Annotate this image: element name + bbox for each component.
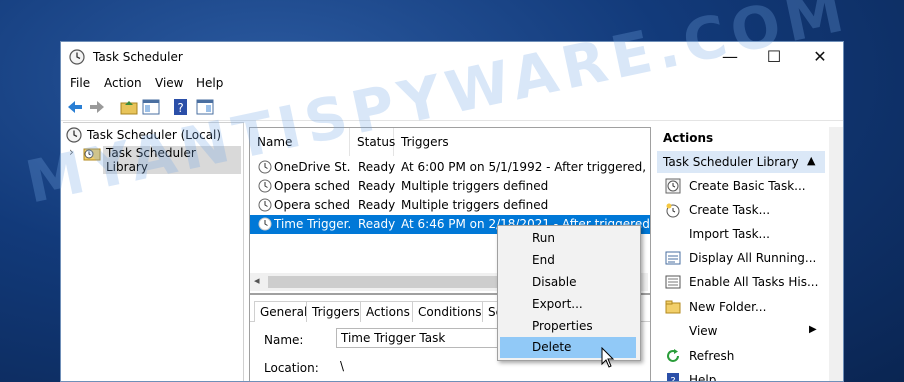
task-name: OneDrive St... bbox=[274, 160, 350, 174]
menu-action[interactable]: Action bbox=[104, 76, 142, 90]
window-title: Task Scheduler bbox=[93, 50, 183, 64]
tab-triggers[interactable]: Triggers bbox=[306, 301, 366, 322]
folder-clock-icon bbox=[83, 148, 101, 161]
scroll-left-icon[interactable]: ◂ bbox=[254, 274, 260, 287]
actions-section-header[interactable]: Task Scheduler Library ▲ bbox=[657, 151, 825, 173]
task-status: Ready bbox=[358, 179, 396, 193]
name-label: Name: bbox=[264, 333, 304, 347]
task-triggers: Multiple triggers defined bbox=[401, 179, 549, 193]
menu-bar: File Action View Help bbox=[61, 72, 843, 94]
task-triggers: At 6:00 PM on 5/1/1992 - After triggered… bbox=[401, 160, 649, 174]
context-menu: Run End Disable Export... Properties Del… bbox=[497, 225, 641, 361]
column-header-name[interactable]: Name bbox=[250, 128, 350, 156]
task-status: Ready bbox=[358, 198, 396, 212]
submenu-arrow-icon: ▶ bbox=[809, 324, 817, 335]
tab-conditions[interactable]: Conditions bbox=[412, 301, 488, 322]
actions-header: Actions bbox=[657, 127, 825, 152]
context-item-delete[interactable]: Delete bbox=[500, 337, 636, 358]
task-clock-icon bbox=[258, 198, 272, 212]
tree-library-label: Task Scheduler Library bbox=[103, 146, 241, 174]
new-folder-icon bbox=[665, 300, 681, 314]
svg-text:?: ? bbox=[670, 376, 675, 382]
actions-pane: Actions Task Scheduler Library ▲ Create … bbox=[657, 127, 825, 382]
clock-icon bbox=[66, 127, 82, 143]
menu-help[interactable]: Help bbox=[196, 76, 223, 90]
refresh-icon bbox=[667, 349, 679, 362]
task-name-value: Time Trigger Task bbox=[341, 331, 446, 345]
console-tree-icon[interactable] bbox=[141, 97, 161, 117]
tree-item-root[interactable]: Task Scheduler (Local) bbox=[63, 126, 241, 144]
action-new-folder[interactable]: New Folder... bbox=[657, 295, 825, 319]
action-enable-all-tasks-history[interactable]: Enable All Tasks His... bbox=[657, 270, 825, 294]
table-row[interactable]: OneDrive St... Ready At 6:00 PM on 5/1/1… bbox=[250, 158, 650, 177]
title-bar[interactable]: Task Scheduler — ☐ ✕ bbox=[61, 42, 843, 72]
action-view[interactable]: View ▶ bbox=[657, 319, 825, 343]
task-triggers: Multiple triggers defined bbox=[401, 198, 549, 212]
action-create-basic-task[interactable]: Create Basic Task... bbox=[657, 174, 825, 198]
list-window-icon bbox=[665, 251, 681, 265]
task-scheduler-window: Task Scheduler — ☐ ✕ File Action View He… bbox=[60, 41, 844, 382]
maximize-button[interactable]: ☐ bbox=[751, 44, 797, 70]
console-tree: Task Scheduler (Local) › Task Scheduler … bbox=[63, 122, 244, 381]
clock-star-icon bbox=[666, 203, 680, 218]
action-display-all-running[interactable]: Display All Running... bbox=[657, 246, 825, 270]
actions-header-label: Actions bbox=[663, 131, 714, 145]
collapse-up-icon[interactable]: ▲ bbox=[807, 154, 815, 167]
location-label: Location: bbox=[264, 361, 319, 375]
action-refresh[interactable]: Refresh bbox=[657, 344, 825, 368]
table-row[interactable]: Opera sched... Ready Multiple triggers d… bbox=[250, 177, 650, 196]
column-header-status[interactable]: Status bbox=[350, 128, 395, 156]
tab-actions[interactable]: Actions bbox=[360, 301, 416, 322]
task-clock-icon bbox=[258, 179, 272, 193]
tree-item-library[interactable]: › Task Scheduler Library bbox=[63, 144, 241, 174]
toolbar: ? bbox=[61, 94, 843, 121]
svg-text:?: ? bbox=[177, 101, 183, 115]
menu-view[interactable]: View bbox=[155, 76, 183, 90]
actions-section-label: Task Scheduler Library bbox=[663, 155, 799, 169]
tree-root-label: Task Scheduler (Local) bbox=[87, 128, 222, 142]
scrollbar-thumb[interactable] bbox=[268, 276, 498, 288]
tab-general[interactable]: General bbox=[254, 301, 314, 322]
back-arrow-icon[interactable] bbox=[65, 97, 85, 117]
vertical-scrollbar[interactable] bbox=[829, 127, 843, 381]
context-item-run[interactable]: Run bbox=[500, 228, 636, 249]
help-icon: ? bbox=[667, 373, 679, 382]
clock-wizard-icon bbox=[665, 178, 681, 194]
task-name: Opera sched... bbox=[274, 198, 350, 212]
clock-icon bbox=[69, 49, 85, 65]
close-button[interactable]: ✕ bbox=[797, 44, 843, 70]
forward-arrow-icon[interactable] bbox=[87, 97, 107, 117]
mouse-cursor-icon bbox=[601, 347, 615, 368]
task-clock-icon bbox=[258, 217, 272, 231]
context-item-disable[interactable]: Disable bbox=[500, 272, 636, 293]
action-pane-icon[interactable] bbox=[195, 97, 215, 117]
column-header-triggers[interactable]: Triggers bbox=[394, 128, 650, 156]
context-item-export[interactable]: Export... bbox=[500, 294, 636, 315]
folder-up-icon[interactable] bbox=[119, 97, 139, 117]
minimize-button[interactable]: — bbox=[707, 44, 753, 70]
task-name: Opera sched... bbox=[274, 179, 350, 193]
context-item-properties[interactable]: Properties bbox=[500, 316, 636, 337]
action-import-task[interactable]: Import Task... bbox=[657, 222, 825, 246]
task-clock-icon bbox=[258, 160, 272, 174]
action-help[interactable]: ? Help bbox=[657, 368, 825, 382]
task-status: Ready bbox=[358, 217, 396, 231]
context-item-end[interactable]: End bbox=[500, 250, 636, 271]
menu-file[interactable]: File bbox=[70, 76, 90, 90]
task-name: Time Trigger... bbox=[274, 217, 350, 231]
action-create-task[interactable]: Create Task... bbox=[657, 198, 825, 222]
location-value: \ bbox=[340, 359, 345, 373]
history-list-icon bbox=[665, 275, 681, 289]
task-status: Ready bbox=[358, 160, 396, 174]
chevron-right-icon[interactable]: › bbox=[69, 145, 74, 159]
table-row[interactable]: Opera sched... Ready Multiple triggers d… bbox=[250, 196, 650, 215]
help-icon[interactable]: ? bbox=[171, 97, 191, 117]
